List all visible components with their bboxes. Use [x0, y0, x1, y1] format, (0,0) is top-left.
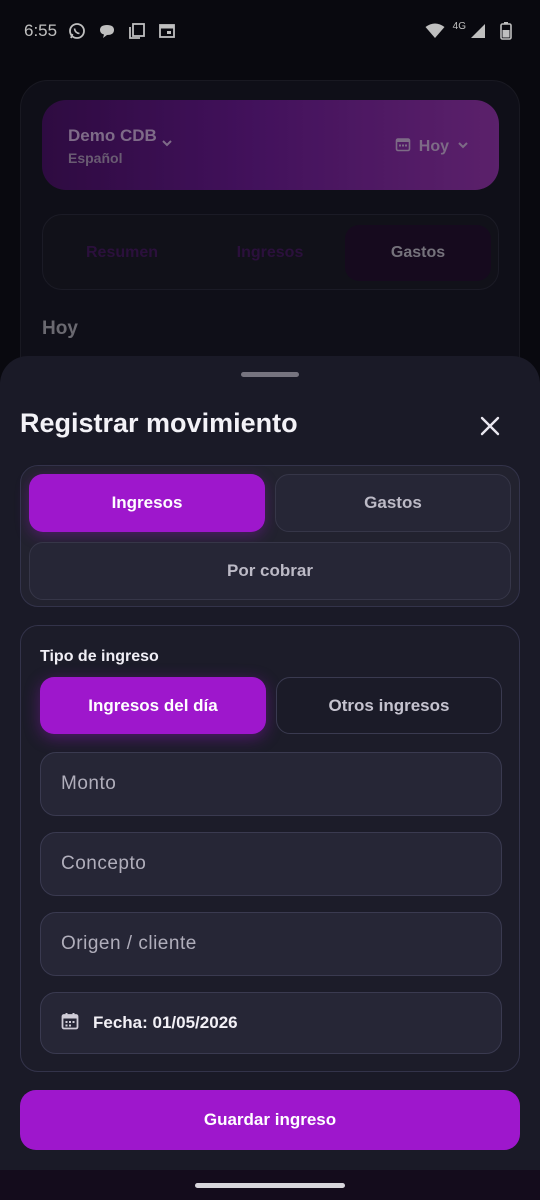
concepto-input[interactable] [61, 853, 481, 875]
otros-ingresos-button[interactable]: Otros ingresos [276, 677, 502, 734]
fecha-picker[interactable]: Fecha: 01/05/2026 [40, 992, 502, 1054]
type-por-cobrar-button[interactable]: Por cobrar [29, 542, 511, 600]
monto-input[interactable] [61, 773, 481, 795]
close-icon [480, 416, 500, 436]
sheet-title: Registrar movimiento [20, 408, 298, 438]
income-type-label: Tipo de ingreso [40, 648, 159, 665]
fecha-value: Fecha: 01/05/2026 [93, 1013, 238, 1032]
type-ingresos-button[interactable]: Ingresos [29, 474, 265, 532]
origen-field[interactable] [40, 912, 502, 976]
ingresos-del-dia-button[interactable]: Ingresos del día [40, 677, 266, 734]
close-button[interactable] [470, 406, 510, 446]
home-indicator[interactable] [195, 1183, 345, 1188]
drag-handle[interactable] [241, 372, 299, 377]
save-income-button[interactable]: Guardar ingreso [20, 1090, 520, 1150]
calendar-icon [61, 1012, 79, 1035]
register-movement-sheet: Registrar movimiento Ingresos Gastos Por… [0, 356, 540, 1170]
income-form: Tipo de ingreso Ingresos del día Otros i… [20, 625, 520, 1072]
origen-input[interactable] [61, 933, 481, 955]
type-gastos-button[interactable]: Gastos [275, 474, 511, 532]
navigation-bar [0, 1170, 540, 1200]
movement-type-selector: Ingresos Gastos Por cobrar [20, 465, 520, 607]
monto-field[interactable] [40, 752, 502, 816]
concepto-field[interactable] [40, 832, 502, 896]
